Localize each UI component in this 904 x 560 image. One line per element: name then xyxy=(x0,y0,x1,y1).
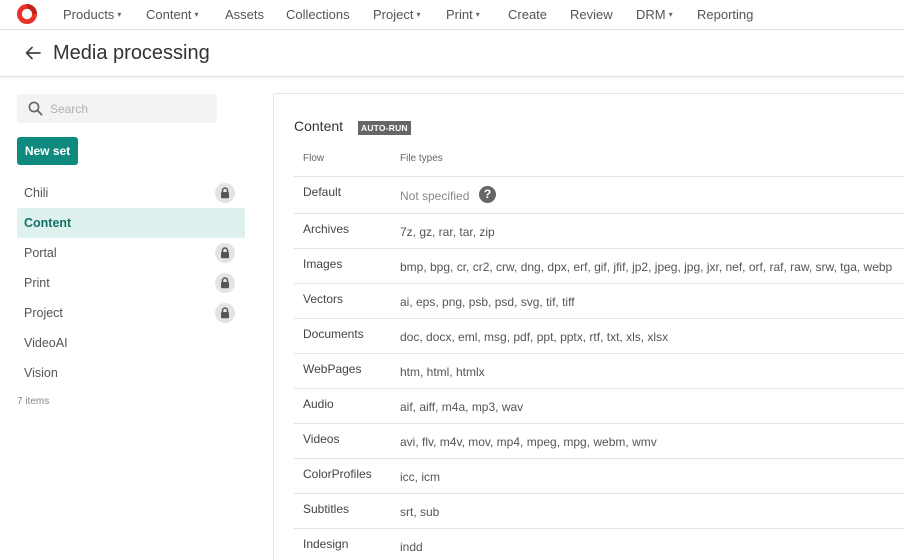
flow-file-types: icc, icm xyxy=(400,470,440,484)
nav-item-print[interactable]: Print ▾ xyxy=(446,7,480,22)
flow-name: ColorProfiles xyxy=(303,467,372,481)
set-item-project[interactable]: Project xyxy=(17,298,245,328)
set-item-label: Portal xyxy=(24,246,57,260)
lock-icon xyxy=(215,303,235,323)
flow-file-types: 7z, gz, rar, tar, zip xyxy=(400,225,495,239)
flow-row-videos[interactable]: Videos avi, flv, m4v, mov, mp4, mpeg, mpg… xyxy=(294,423,904,458)
flow-file-types: ai, eps, png, psb, psd, svg, tif, tiff xyxy=(400,295,575,309)
lock-icon xyxy=(215,243,235,263)
column-header-file-types: File types xyxy=(400,153,443,164)
flow-file-types: indd xyxy=(400,540,423,554)
page-header: Media processing xyxy=(0,31,904,77)
help-icon[interactable]: ? xyxy=(479,186,496,203)
items-count: 7 items xyxy=(17,396,50,407)
flow-row-webpages[interactable]: WebPages htm, html, htmlx xyxy=(294,353,904,388)
flow-file-types: avi, flv, m4v, mov, mp4, mpeg, mpg, webm… xyxy=(400,435,657,449)
flow-name: Vectors xyxy=(303,292,344,306)
flow-name: Default xyxy=(303,185,342,199)
nav-item-review[interactable]: Review xyxy=(570,7,613,22)
page-title: Media processing xyxy=(53,42,210,64)
top-nav: Products ▾ Content ▾ Assets Collections Projec… xyxy=(0,0,904,30)
nav-item-label: Review xyxy=(570,7,613,22)
flow-row-subtitles[interactable]: Subtitles srt, sub xyxy=(294,493,904,528)
flow-table: Default Not specified? Archives 7z, gz, rar… xyxy=(294,176,904,560)
caret-down-icon: ▾ xyxy=(117,10,122,19)
content-panel: Content AUTO-RUN Flow File types Default… xyxy=(273,93,904,560)
nav-item-content[interactable]: Content ▾ xyxy=(146,7,199,22)
flow-name: Videos xyxy=(303,432,340,446)
column-header-flow: Flow xyxy=(303,153,325,164)
set-item-label: Project xyxy=(24,306,63,320)
flow-row-documents[interactable]: Documents doc, docx, eml, msg, pdf, ppt, … xyxy=(294,318,904,353)
search-box[interactable] xyxy=(17,94,217,123)
brand-logo-icon[interactable] xyxy=(16,3,38,25)
flow-file-types: srt, sub xyxy=(400,505,440,519)
nav-item-label: Assets xyxy=(225,7,265,22)
nav-item-products[interactable]: Products ▾ xyxy=(63,7,121,22)
back-arrow-icon[interactable] xyxy=(24,44,42,62)
flow-row-colorprofiles[interactable]: ColorProfiles icc, icm xyxy=(294,458,904,493)
flow-name: WebPages xyxy=(303,362,362,376)
flow-row-indesign[interactable]: Indesign indd xyxy=(294,528,904,560)
set-item-label: Content xyxy=(24,216,72,230)
flow-file-types: doc, docx, eml, msg, pdf, ppt, pptx, rtf… xyxy=(400,330,669,344)
nav-item-collections[interactable]: Collections xyxy=(286,7,350,22)
flow-name: Indesign xyxy=(303,537,349,551)
set-item-label: Vision xyxy=(24,366,58,380)
auto-run-badge: AUTO-RUN xyxy=(358,121,411,135)
nav-item-label: Project xyxy=(373,7,414,22)
nav-item-label: Content xyxy=(146,7,192,22)
flow-file-types: htm, html, htmlx xyxy=(400,365,485,379)
set-list: Chili Content Portal Print Project VideoAI Vis… xyxy=(17,178,245,388)
nav-item-reporting[interactable]: Reporting xyxy=(697,7,753,22)
caret-down-icon: ▾ xyxy=(668,10,673,19)
caret-down-icon: ▾ xyxy=(475,10,480,19)
search-input[interactable] xyxy=(50,94,210,123)
nav-item-assets[interactable]: Assets xyxy=(225,7,264,22)
set-item-portal[interactable]: Portal xyxy=(17,238,245,268)
nav-item-label: Reporting xyxy=(697,7,754,22)
lock-icon xyxy=(215,273,235,293)
flow-file-types: bmp, bpg, cr, cr2, crw, dng, dpx, erf, g… xyxy=(400,260,893,274)
flow-row-images[interactable]: Images bmp, bpg, cr, cr2, crw, dng, dpx, … xyxy=(294,248,904,283)
set-item-label: VideoAI xyxy=(24,336,68,350)
search-icon xyxy=(28,101,43,116)
nav-item-create[interactable]: Create xyxy=(508,7,547,22)
nav-item-label: Print xyxy=(446,7,473,22)
nav-item-label: Products xyxy=(63,7,115,22)
nav-item-label: DRM xyxy=(636,7,666,22)
flow-file-types: aif, aiff, m4a, mp3, wav xyxy=(400,400,524,414)
flow-name: Documents xyxy=(303,327,364,341)
set-item-videoai[interactable]: VideoAI xyxy=(17,328,245,358)
nav-item-drm[interactable]: DRM ▾ xyxy=(636,7,673,22)
flow-row-archives[interactable]: Archives 7z, gz, rar, tar, zip xyxy=(294,213,904,248)
set-item-label: Chili xyxy=(24,186,49,200)
flow-row-audio[interactable]: Audio aif, aiff, m4a, mp3, wav xyxy=(294,388,904,423)
flow-name: Archives xyxy=(303,222,350,236)
flow-name: Images xyxy=(303,257,343,271)
flow-name: Subtitles xyxy=(303,502,350,516)
content-title: Content xyxy=(294,118,344,134)
set-item-label: Print xyxy=(24,276,50,290)
caret-down-icon: ▾ xyxy=(194,10,199,19)
new-set-button[interactable]: New set xyxy=(17,137,78,165)
set-item-chili[interactable]: Chili xyxy=(17,178,245,208)
flow-row-vectors[interactable]: Vectors ai, eps, png, psb, psd, svg, tif,… xyxy=(294,283,904,318)
flow-row-default[interactable]: Default Not specified? xyxy=(294,176,904,213)
flow-file-types: Not specified xyxy=(400,189,470,203)
nav-item-label: Create xyxy=(508,7,548,22)
set-item-vision[interactable]: Vision xyxy=(17,358,245,388)
caret-down-icon: ▾ xyxy=(416,10,421,19)
set-item-print[interactable]: Print xyxy=(17,268,245,298)
flow-name: Audio xyxy=(303,397,334,411)
set-item-content[interactable]: Content xyxy=(17,208,245,238)
lock-icon xyxy=(215,183,235,203)
nav-item-project[interactable]: Project ▾ xyxy=(373,7,420,22)
nav-item-label: Collections xyxy=(286,7,350,22)
